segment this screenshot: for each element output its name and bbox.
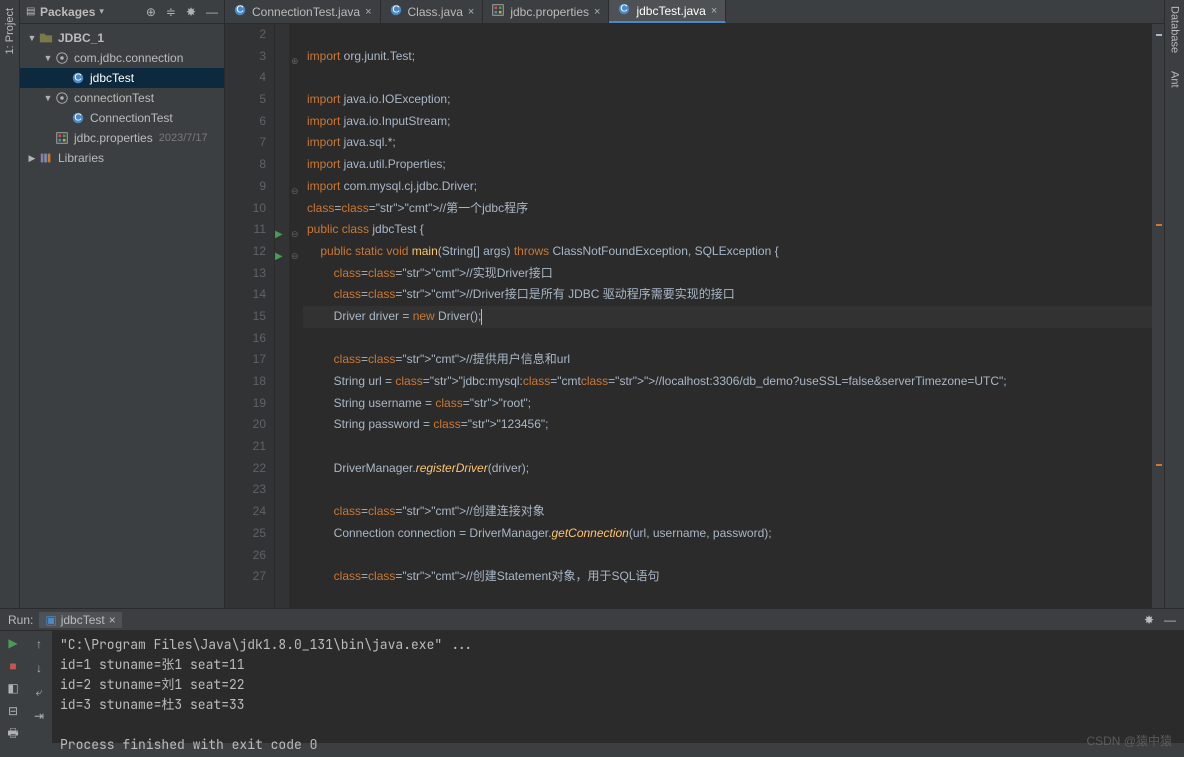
console-output[interactable]: "C:\Program Files\Java\jdk1.8.0_131\bin\…: [52, 631, 1184, 743]
run-panel: Run: ▣ jdbcTest × ✸ — ▶ ■ ◧ ⊟ 🖶 ↑ ↓ ⤶ ⇥ …: [0, 608, 1184, 743]
file-icon: [491, 3, 505, 20]
close-icon[interactable]: ×: [468, 6, 474, 18]
run-panel-header: Run: ▣ jdbcTest × ✸ —: [0, 609, 1184, 631]
line-number-gutter: 2345678910111213141516171819202122232425…: [225, 24, 275, 608]
svg-text:C: C: [236, 4, 244, 16]
right-tool-strip[interactable]: Database Ant: [1164, 0, 1184, 608]
close-icon[interactable]: ×: [711, 5, 717, 17]
run-action-bar-1: ▶ ■ ◧ ⊟ 🖶: [0, 631, 26, 743]
up-button[interactable]: ↑: [30, 635, 48, 653]
svg-text:C: C: [392, 4, 400, 16]
tab-class-java[interactable]: CClass.java×: [381, 0, 484, 23]
wrap-button[interactable]: ⤶: [30, 683, 48, 701]
svg-text:C: C: [74, 72, 82, 84]
code-editor[interactable]: 2345678910111213141516171819202122232425…: [225, 24, 1164, 608]
project-scope-icon[interactable]: ▤: [26, 6, 36, 17]
file-icon: C: [389, 3, 403, 20]
run-tab-icon: ▣: [45, 613, 56, 627]
scroll-button[interactable]: ⇥: [30, 707, 48, 725]
database-tool-label[interactable]: Database: [1169, 2, 1181, 57]
watermark: CSDN @猿中猿: [1086, 732, 1172, 749]
close-icon[interactable]: ×: [109, 613, 116, 627]
tree-item-connectiontest[interactable]: ▼connectionTest: [20, 88, 224, 108]
tree-item-connectiontest[interactable]: CConnectionTest: [20, 108, 224, 128]
editor-scrollbar[interactable]: [1152, 24, 1164, 608]
stop-button[interactable]: ■: [4, 658, 22, 675]
dropdown-icon[interactable]: ▾: [99, 6, 104, 17]
tree-item-jdbctest[interactable]: CjdbcTest: [20, 68, 224, 88]
left-tool-strip[interactable]: 1: Project: [0, 0, 20, 608]
tree-item-com-jdbc-connection[interactable]: ▼com.jdbc.connection: [20, 48, 224, 68]
down-button[interactable]: ↓: [30, 659, 48, 677]
print-button[interactable]: 🖶: [4, 725, 22, 743]
run-settings-icon[interactable]: ✸: [1144, 613, 1154, 627]
rerun-button[interactable]: ▶: [4, 635, 22, 652]
file-icon: C: [617, 2, 631, 19]
svg-text:C: C: [621, 3, 629, 15]
close-icon[interactable]: ×: [365, 6, 371, 18]
project-scope-title[interactable]: Packages: [40, 5, 95, 19]
run-hide-icon[interactable]: —: [1164, 613, 1176, 627]
file-icon: C: [233, 3, 247, 20]
tab-jdbctest-java[interactable]: CjdbcTest.java×: [609, 0, 726, 23]
settings-icon[interactable]: ✸: [186, 5, 196, 19]
project-tool-label[interactable]: 1: Project: [4, 4, 16, 58]
tab-jdbc-properties[interactable]: jdbc.properties×: [483, 0, 609, 23]
layout-button[interactable]: ⊟: [4, 703, 22, 720]
ant-tool-label[interactable]: Ant: [1169, 67, 1181, 92]
editor-tabs: CConnectionTest.java×CClass.java×jdbc.pr…: [225, 0, 1164, 24]
hide-icon[interactable]: —: [206, 5, 218, 19]
project-panel: ▤ Packages ▾ ⊕ ≑ ✸ — ▼JDBC_1▼com.jdbc.co…: [20, 0, 225, 608]
fold-gutter[interactable]: ⊕⊖⊖⊖: [289, 24, 303, 608]
editor-area: CConnectionTest.java×CClass.java×jdbc.pr…: [225, 0, 1164, 608]
run-gutter[interactable]: ▶▶: [275, 24, 289, 608]
run-action-bar-2: ↑ ↓ ⤶ ⇥: [26, 631, 52, 743]
tree-item-jdbc_1[interactable]: ▼JDBC_1: [20, 28, 224, 48]
project-panel-header: ▤ Packages ▾ ⊕ ≑ ✸ —: [20, 0, 224, 24]
locate-icon[interactable]: ⊕: [146, 5, 156, 19]
run-title: Run:: [8, 613, 33, 627]
run-tab[interactable]: ▣ jdbcTest ×: [39, 612, 121, 628]
screenshot-button[interactable]: ◧: [4, 680, 22, 697]
project-tree[interactable]: ▼JDBC_1▼com.jdbc.connectionCjdbcTest▼con…: [20, 24, 224, 172]
tree-item-jdbc-properties[interactable]: jdbc.properties2023/7/17: [20, 128, 224, 148]
svg-text:C: C: [74, 112, 82, 124]
close-icon[interactable]: ×: [594, 6, 600, 18]
tab-connectiontest-java[interactable]: CConnectionTest.java×: [225, 0, 381, 23]
run-tab-label: jdbcTest: [61, 613, 105, 627]
code-content[interactable]: import org.junit.Test; import java.io.IO…: [303, 24, 1152, 608]
expand-icon[interactable]: ≑: [166, 5, 176, 19]
tree-item-libraries[interactable]: ▶Libraries: [20, 148, 224, 168]
